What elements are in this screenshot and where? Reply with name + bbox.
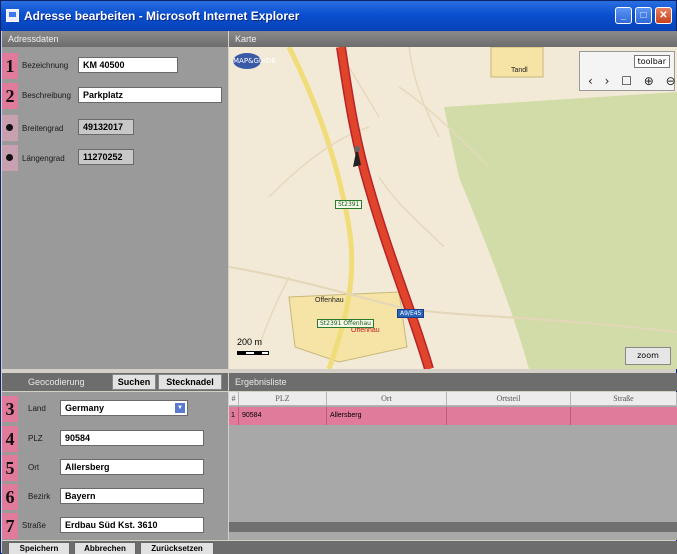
browser-window: Adresse bearbeiten - Microsoft Internet …: [0, 0, 677, 554]
road-sign-st2391: St2391: [335, 200, 363, 209]
tab-suchen[interactable]: Suchen: [112, 374, 156, 390]
plz-field[interactable]: 90584: [60, 430, 204, 446]
breitengrad-field: 49132017: [78, 119, 134, 135]
cell-plz: 90584: [239, 407, 327, 425]
map-view[interactable]: MAP&GUIDE Tandl Offenhau Offenhau St2391…: [229, 47, 677, 369]
tab-stecknadel[interactable]: Stecknadel: [158, 374, 222, 390]
marker-4: 4: [2, 426, 18, 452]
results-header: Ergebnisliste: [229, 373, 677, 391]
place-label-offenhau-center: Offenhau: [351, 327, 380, 334]
window-title: Adresse bearbeiten - Microsoft Internet …: [24, 9, 300, 23]
column-header-ort[interactable]: Ort: [327, 392, 447, 406]
road-sign-st2391-offenhau: St2391 Offenhau: [317, 319, 374, 328]
strasse-field[interactable]: Erdbau Süd Kst. 3610: [60, 517, 204, 533]
marker-6: 6: [2, 484, 18, 510]
cell-index: 1: [229, 407, 239, 425]
scale-bar: [237, 351, 269, 355]
cell-ortsteil: [447, 407, 571, 425]
table-row[interactable]: 1 90584 Allersberg: [229, 407, 677, 425]
beschreibung-field[interactable]: Parkplatz: [78, 87, 222, 103]
map-panel-title: Karte: [235, 34, 257, 44]
geocoding-header: Geocodierung Suchen Stecknadel: [2, 373, 228, 391]
marker-1: 1: [2, 53, 18, 79]
zoom-button[interactable]: zoom: [625, 347, 671, 365]
ort-label: Ort: [28, 463, 40, 472]
geocoding-title: Geocodierung: [28, 377, 85, 387]
cell-ort: Allersberg: [327, 407, 447, 425]
breitengrad-label: Breitengrad: [22, 124, 64, 133]
address-panel-title: Adressdaten: [8, 34, 59, 44]
column-header-ortsteil[interactable]: Ortsteil: [447, 392, 571, 406]
laengengrad-label: Längengrad: [22, 154, 65, 163]
maximize-button[interactable]: □: [635, 7, 652, 24]
map-tool-icons[interactable]: ‹ › ☐ ⊕ ⊖: [588, 74, 677, 88]
place-label-offenhau: Offenhau: [315, 297, 344, 304]
bullet-icon: [6, 124, 13, 131]
title-bar: Adresse bearbeiten - Microsoft Internet …: [1, 1, 676, 31]
marker-2: 2: [2, 83, 18, 109]
map-canvas[interactable]: [229, 47, 677, 369]
bezeichnung-field[interactable]: KM 40500: [78, 57, 178, 73]
beschreibung-label: Beschreibung: [22, 91, 71, 100]
toolbar-toggle[interactable]: toolbar: [633, 55, 670, 68]
reset-button[interactable]: Zurücksetzen: [140, 542, 214, 554]
longitude-marker: [2, 145, 18, 171]
action-bar: Speichern Abbrechen Zurücksetzen: [2, 541, 677, 554]
results-table: # PLZ Ort Ortsteil Straße 1 90584 Allers…: [229, 392, 677, 540]
cancel-button[interactable]: Abbrechen: [74, 542, 136, 554]
land-label: Land: [28, 404, 46, 413]
column-header-strasse[interactable]: Straße: [571, 392, 677, 406]
address-form: 1 Bezeichnung KM 40500 2 Beschreibung Pa…: [2, 47, 228, 369]
column-header-plz[interactable]: PLZ: [239, 392, 327, 406]
minimize-button[interactable]: _: [615, 7, 632, 24]
bezeichnung-label: Bezeichnung: [22, 61, 69, 70]
marker-7: 7: [2, 513, 18, 539]
laengengrad-field: 11270252: [78, 149, 134, 165]
plz-label: PLZ: [28, 434, 43, 443]
place-label-tandl: Tandl: [511, 67, 528, 74]
map-toolbar: toolbar ‹ › ☐ ⊕ ⊖: [579, 51, 677, 91]
map-logo: MAP&GUIDE: [233, 53, 276, 69]
map-panel-header: Karte: [229, 31, 677, 47]
scale-label: 200 m: [237, 337, 263, 347]
strasse-label: Straße: [22, 521, 47, 530]
marker-5: 5: [2, 455, 18, 481]
marker-3: 3: [2, 396, 18, 422]
bezirk-field[interactable]: Bayern: [60, 488, 204, 504]
address-panel-header: Adressdaten: [2, 31, 228, 47]
land-select[interactable]: Germany ▼: [60, 400, 188, 416]
close-button[interactable]: ✕: [655, 7, 672, 24]
cell-strasse: [571, 407, 677, 425]
bullet-icon: [6, 154, 13, 161]
land-value: Germany: [65, 403, 105, 413]
bezirk-label: Bezirk: [28, 492, 51, 501]
geocoding-form: 3 Land Germany ▼ 4 PLZ 90584 5 Ort Aller…: [2, 392, 228, 540]
results-title: Ergebnisliste: [235, 377, 287, 387]
chevron-down-icon[interactable]: ▼: [175, 403, 185, 413]
ort-field[interactable]: Allersberg: [60, 459, 204, 475]
road-sign-a9: A9/E45: [397, 309, 425, 318]
column-header-index[interactable]: #: [229, 392, 239, 406]
results-scrollbar[interactable]: [229, 522, 677, 532]
ie-icon: [6, 9, 19, 22]
latitude-marker: [2, 115, 18, 141]
save-button[interactable]: Speichern: [8, 542, 70, 554]
